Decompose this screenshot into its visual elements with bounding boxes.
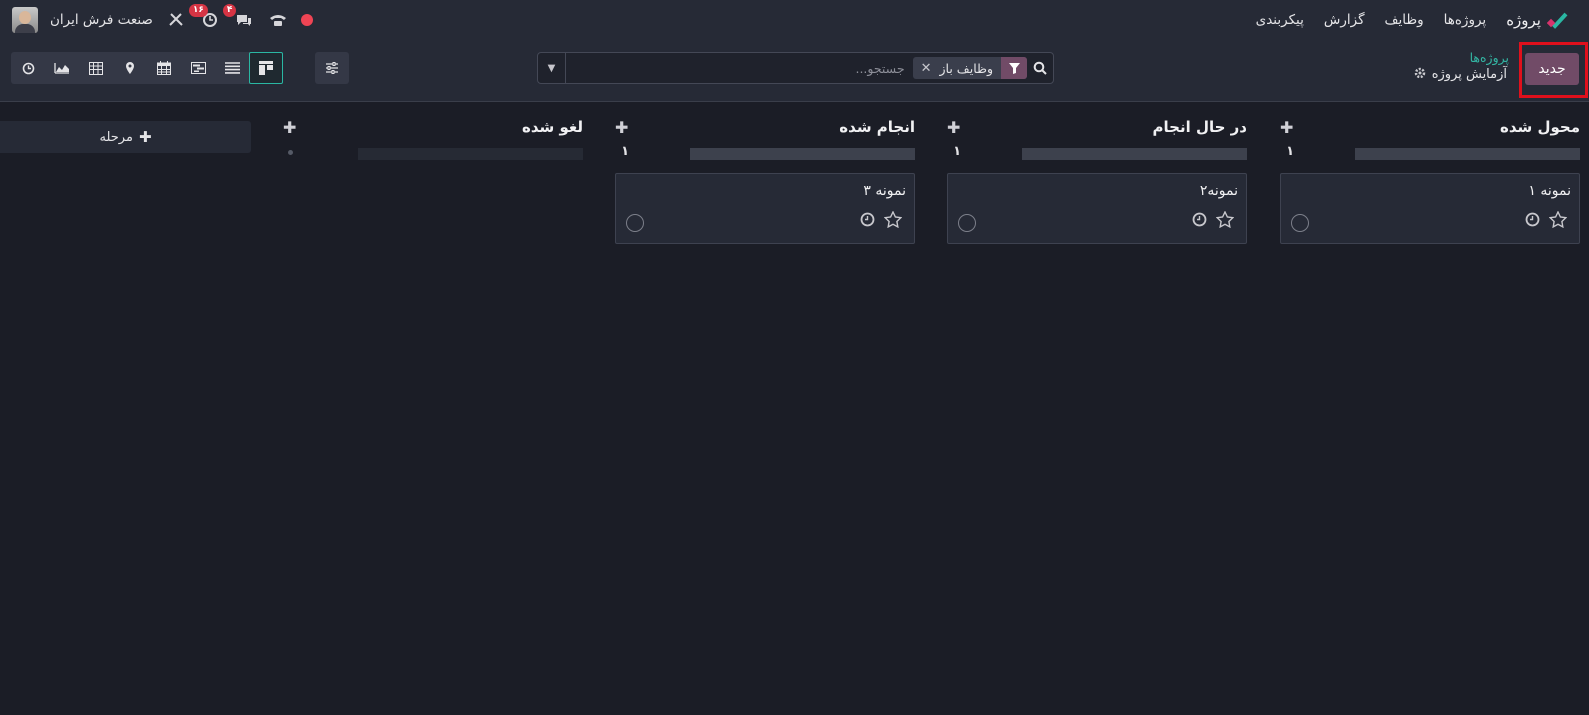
kanban-state-circle-icon[interactable] <box>1291 214 1309 232</box>
search-options-toggle-icon[interactable]: ▼ <box>538 53 566 83</box>
top-navbar: صنعت فرش ایران ۱۶ ۴ پروژه پروژه‌ها وظایف… <box>0 0 1589 40</box>
breadcrumb-current: آزمایش پروژه <box>1414 67 1507 82</box>
column-header: محول شده ✚ <box>1280 116 1580 138</box>
kanban-card[interactable]: نمونه ۱ <box>1280 173 1580 244</box>
breadcrumb-projects[interactable]: پروژه‌ها <box>1470 50 1509 65</box>
card-icons <box>1192 211 1234 228</box>
highlight-box <box>1519 42 1588 98</box>
search-facet: وظایف باز ✕ <box>912 57 1027 79</box>
kanban-view-icon[interactable] <box>249 52 283 84</box>
menu-projects[interactable]: پروژه‌ها <box>1444 12 1487 28</box>
column-progressbar[interactable] <box>1355 148 1580 160</box>
project-app-icon <box>1547 12 1568 29</box>
column-progressbar[interactable] <box>1022 148 1247 160</box>
column-count: ۱ <box>953 144 961 159</box>
kanban-card[interactable]: نمونه۲ <box>947 173 1247 244</box>
plus-icon: ✚ <box>138 128 152 146</box>
card-title: نمونه ۳ <box>863 183 906 199</box>
quick-create-plus-icon[interactable]: ✚ <box>283 118 296 137</box>
sliders-icon <box>326 62 338 74</box>
column-progressbar[interactable] <box>690 148 915 160</box>
menu-configuration[interactable]: پیکربندی <box>1256 12 1304 28</box>
messages-icon[interactable]: ۴ <box>222 4 255 31</box>
activity-view-icon[interactable] <box>11 52 45 84</box>
breadcrumb-current-label: آزمایش پروژه <box>1431 67 1507 82</box>
systray: صنعت فرش ایران ۱۶ ۴ <box>0 4 319 33</box>
column-progressbar <box>358 148 583 160</box>
quick-create-plus-icon[interactable]: ✚ <box>615 118 628 137</box>
user-avatar[interactable] <box>12 7 38 33</box>
kanban-state-circle-icon[interactable] <box>958 214 976 232</box>
column-title[interactable]: لغو شده <box>522 118 583 136</box>
kanban-card[interactable]: نمونه ۳ <box>615 173 915 244</box>
control-panel: جدید پروژه‌ها آزمایش پروژه وظایف باز ✕ ▼ <box>0 40 1589 102</box>
card-icons <box>860 211 902 228</box>
main-menu: پروژه پروژه‌ها وظایف گزارش پیکربندی <box>1256 11 1589 29</box>
menu-reporting[interactable]: گزارش <box>1324 12 1365 28</box>
column-title[interactable]: در حال انجام <box>1153 118 1247 136</box>
map-view-icon[interactable] <box>113 52 147 84</box>
column-title[interactable]: محول شده <box>1500 118 1580 136</box>
column-title[interactable]: انجام شده <box>839 118 915 136</box>
company-switcher[interactable]: صنعت فرش ایران <box>50 12 153 28</box>
column-header: انجام شده ✚ <box>615 116 915 138</box>
star-icon[interactable] <box>1549 211 1567 228</box>
card-title: نمونه ۱ <box>1528 183 1571 199</box>
gear-icon[interactable] <box>1414 67 1426 82</box>
list-view-icon[interactable] <box>215 52 249 84</box>
filter-icon <box>1001 57 1027 79</box>
pivot-view-icon[interactable] <box>79 52 113 84</box>
app-name: پروژه <box>1506 11 1541 29</box>
column-count: ۱ <box>1286 144 1294 159</box>
app-brand[interactable]: پروژه <box>1506 11 1569 29</box>
search-input[interactable] <box>566 60 913 76</box>
add-stage-button[interactable]: ✚ مرحله <box>0 121 251 153</box>
kanban-state-circle-icon[interactable] <box>626 214 644 232</box>
column-header: لغو شده ✚ <box>283 116 583 138</box>
kanban-board: محول شده ✚ ۱ نمونه ۱ در حال انجام ✚ ۱ نم… <box>0 102 1589 715</box>
column-header: در حال انجام ✚ <box>947 116 1247 138</box>
search-bar: وظایف باز ✕ ▼ <box>537 52 1054 84</box>
graph-view-icon[interactable] <box>45 52 79 84</box>
card-title: نمونه۲ <box>1199 183 1238 199</box>
card-icons <box>1525 211 1567 228</box>
add-stage-label: مرحله <box>99 129 133 145</box>
gantt-view-icon[interactable] <box>181 52 215 84</box>
settings-sliders-button[interactable] <box>315 52 349 84</box>
column-empty-indicator <box>288 150 293 155</box>
star-icon[interactable] <box>1216 211 1234 228</box>
facet-remove-icon[interactable]: ✕ <box>913 61 932 76</box>
phone-icon[interactable] <box>267 9 289 31</box>
activities-icon[interactable]: ۱۶ <box>188 4 221 31</box>
calendar-view-icon[interactable] <box>147 52 181 84</box>
column-count: ۱ <box>621 144 629 159</box>
activity-clock-icon[interactable] <box>1525 212 1540 227</box>
view-switcher <box>11 52 283 84</box>
activity-clock-icon[interactable] <box>1192 212 1207 227</box>
quick-create-plus-icon[interactable]: ✚ <box>947 118 960 137</box>
debug-tools-icon[interactable] <box>165 9 187 31</box>
recording-indicator <box>300 14 313 26</box>
menu-tasks[interactable]: وظایف <box>1385 12 1424 28</box>
facet-label: وظایف باز <box>939 60 993 76</box>
quick-create-plus-icon[interactable]: ✚ <box>1280 118 1293 137</box>
activity-clock-icon[interactable] <box>860 212 875 227</box>
activities-badge: ۱۶ <box>188 4 208 17</box>
star-icon[interactable] <box>884 211 902 228</box>
search-icon[interactable] <box>1027 61 1053 75</box>
